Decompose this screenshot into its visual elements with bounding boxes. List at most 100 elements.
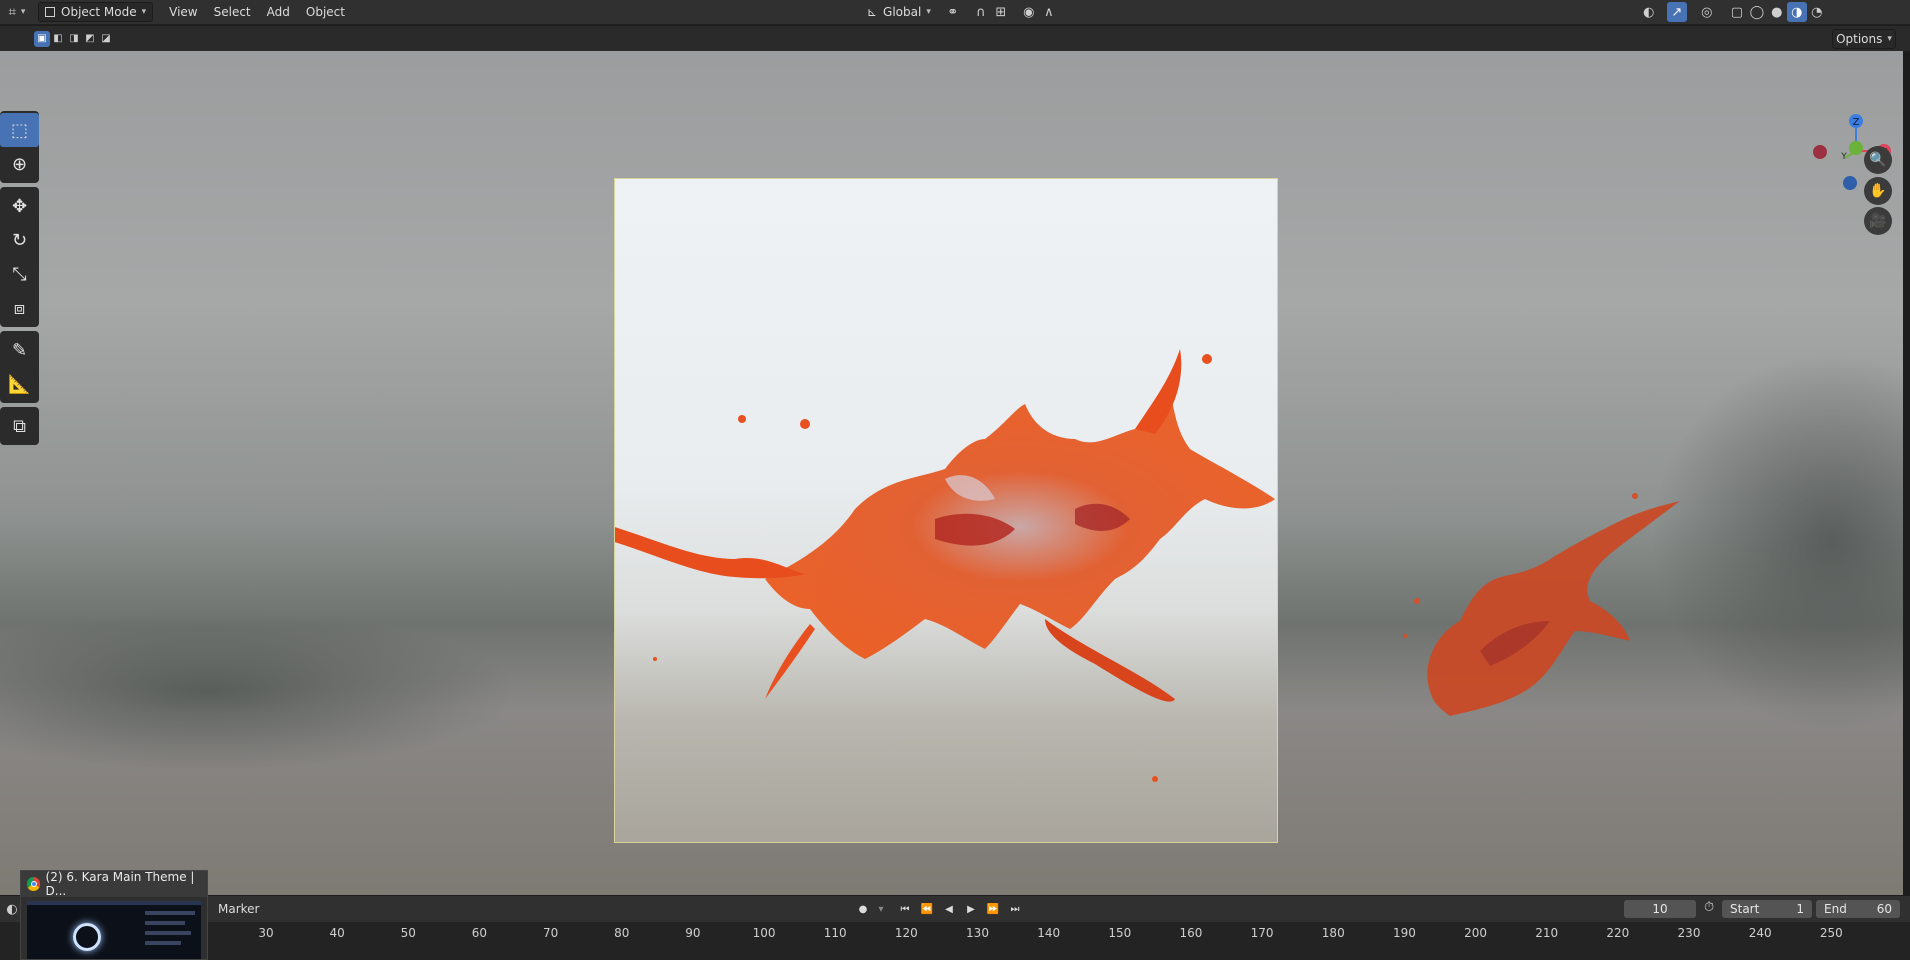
timeline-tick-label: 230: [1677, 926, 1701, 940]
jump-start-icon[interactable]: ⏮: [896, 901, 914, 917]
editor-type-icon[interactable]: ⌗ ▾: [4, 2, 30, 22]
axis-y-icon: [1849, 141, 1863, 155]
jump-keyframe-forward-icon[interactable]: ⏩: [984, 901, 1002, 917]
orientation-label: Global: [883, 5, 922, 19]
taskbar-window-preview[interactable]: (2) 6. Kara Main Theme | D...: [20, 870, 208, 960]
camera-view-icon[interactable]: 🎥: [1864, 207, 1892, 235]
gizmo-toggle-icon[interactable]: ↗: [1666, 2, 1687, 22]
select-invert-icon[interactable]: ◩: [82, 31, 98, 47]
current-frame-field[interactable]: 10: [1624, 900, 1696, 918]
falloff-icon[interactable]: ∧: [1039, 2, 1059, 22]
end-frame-field[interactable]: End 60: [1816, 900, 1900, 918]
select-subtract-icon[interactable]: ◨: [66, 31, 82, 47]
start-value: 1: [1796, 902, 1804, 916]
splash-droplet: [653, 657, 657, 661]
fluid-splash-render: [615, 349, 1275, 782]
timeline-tick-label: 160: [1179, 926, 1203, 940]
timeline-tick-label: 90: [685, 926, 701, 940]
background-blur: [0, 611, 520, 771]
wireframe-shading-icon[interactable]: ◯: [1747, 2, 1767, 22]
svg-text:Y: Y: [1840, 152, 1847, 162]
options-dropdown[interactable]: Options ▾: [1832, 29, 1896, 49]
proportional-edit-icon[interactable]: ◉: [1019, 2, 1039, 22]
rendered-shading-icon[interactable]: ◔: [1807, 2, 1827, 22]
snap-icon[interactable]: ∩: [971, 2, 991, 22]
menu-select[interactable]: Select: [208, 2, 257, 22]
svg-text:Z: Z: [1853, 117, 1860, 128]
overlay-icon[interactable]: ◎: [1697, 2, 1717, 22]
timeline-tick-label: 30: [258, 926, 274, 940]
material-shading-icon[interactable]: ◑: [1786, 2, 1807, 22]
select-box-tool-icon[interactable]: ⬚: [0, 113, 39, 147]
3d-viewport[interactable]: ⬚ ⊕ ✥ ↻ ⤡ ⧈ ✎ 📐 ⧉ Z X Y 🔍 ✋ 🎥: [0, 51, 1903, 895]
cursor-tool-icon[interactable]: ⊕: [0, 147, 39, 181]
splash-droplet: [1202, 354, 1212, 364]
menu-view[interactable]: View: [163, 2, 203, 22]
preview-title-bar: (2) 6. Kara Main Theme | D...: [21, 870, 207, 898]
timeline-tick-label: 140: [1037, 926, 1061, 940]
add-cube-tool-icon[interactable]: ⧉: [0, 409, 39, 443]
select-new-icon[interactable]: ▣: [34, 30, 50, 47]
jump-keyframe-back-icon[interactable]: ⏪: [918, 901, 936, 917]
splash-droplet: [738, 415, 746, 423]
xray-icon[interactable]: ▢: [1727, 2, 1747, 22]
chrome-icon: [27, 877, 40, 891]
tool-shelf: ⬚ ⊕ ✥ ↻ ⤡ ⧈ ✎ 📐 ⧉: [0, 111, 40, 449]
tool-group-add: ⧉: [0, 407, 39, 445]
timeline-tick-label: 170: [1250, 926, 1274, 940]
annotate-tool-icon[interactable]: ✎: [0, 333, 39, 367]
snap-target-icon[interactable]: ⊞: [991, 2, 1011, 22]
start-frame-field[interactable]: Start 1: [1722, 900, 1812, 918]
timeline-tick-label: 100: [752, 926, 776, 940]
select-intersect-icon[interactable]: ◪: [98, 31, 114, 47]
measure-tool-icon[interactable]: 📐: [0, 367, 39, 401]
play-icon[interactable]: ▶: [962, 901, 980, 917]
timeline-ruler[interactable]: 30 40 50 60 70 80 90 100 110 120 130 140 150 160 170 18…: [0, 922, 1910, 960]
current-frame-value: 10: [1652, 902, 1668, 916]
timeline-tick-label: 40: [329, 926, 345, 940]
solid-shading-icon[interactable]: ●: [1767, 2, 1787, 22]
timeline-tick-label: 240: [1748, 926, 1772, 940]
timeline-tick-label: 200: [1464, 926, 1487, 940]
pan-hand-icon[interactable]: ✋: [1864, 177, 1892, 205]
splash-main: [765, 394, 1275, 659]
move-tool-icon[interactable]: ✥: [0, 189, 39, 223]
tool-group-transform: ✥ ↻ ⤡ ⧈: [0, 187, 39, 327]
tool-group-annotate: ✎ 📐: [0, 331, 39, 403]
mode-dropdown[interactable]: Object Mode ▾: [38, 2, 154, 22]
timeline-tick-label: 250: [1819, 926, 1843, 940]
timeline-tick-label: 190: [1392, 926, 1416, 940]
menu-object[interactable]: Object: [300, 2, 351, 22]
viewport-header: ⌗ ▾ Object Mode ▾ View Select Add Object …: [0, 0, 1910, 25]
transform-tool-icon[interactable]: ⧈: [0, 291, 39, 325]
zoom-icon[interactable]: 🔍: [1864, 146, 1892, 174]
tool-settings-bar: ▣ ◧ ◨ ◩ ◪: [0, 26, 1910, 51]
timeline-tick-label: 60: [471, 926, 488, 940]
pivot-point-icon[interactable]: ⚭: [943, 2, 963, 22]
visibility-icon[interactable]: ◐: [1639, 2, 1659, 22]
jump-end-icon[interactable]: ⏭: [1006, 901, 1024, 917]
select-extend-icon[interactable]: ◧: [50, 31, 66, 47]
chevron-down-icon[interactable]: ▾: [876, 901, 886, 917]
record-icon[interactable]: ●: [854, 901, 872, 917]
options-label: Options: [1836, 32, 1883, 46]
rotate-tool-icon[interactable]: ↻: [0, 223, 39, 257]
stopwatch-icon[interactable]: ⏱: [1704, 900, 1714, 915]
axis-neg-x-icon: [1813, 145, 1827, 159]
splash-streak: [615, 527, 805, 579]
end-value: 60: [1876, 902, 1892, 916]
play-reverse-icon[interactable]: ◀: [940, 901, 958, 917]
splash-droplet: [1152, 776, 1158, 782]
transform-orientation-dropdown[interactable]: ⊾ Global ▾: [861, 2, 937, 22]
timeline-editor-icon[interactable]: ◐: [2, 899, 22, 919]
secondary-splash: [1403, 493, 1680, 716]
orientation-icon: ⊾: [866, 5, 878, 19]
chevron-down-icon: ▾: [141, 7, 147, 17]
menu-marker[interactable]: Marker: [212, 899, 265, 919]
preview-title: (2) 6. Kara Main Theme | D...: [45, 870, 195, 898]
splash-streak: [765, 624, 815, 699]
menu-add[interactable]: Add: [261, 2, 296, 22]
timeline-tick-label: 50: [400, 926, 416, 940]
scale-tool-icon[interactable]: ⤡: [0, 257, 39, 291]
end-label: End: [1824, 902, 1847, 916]
